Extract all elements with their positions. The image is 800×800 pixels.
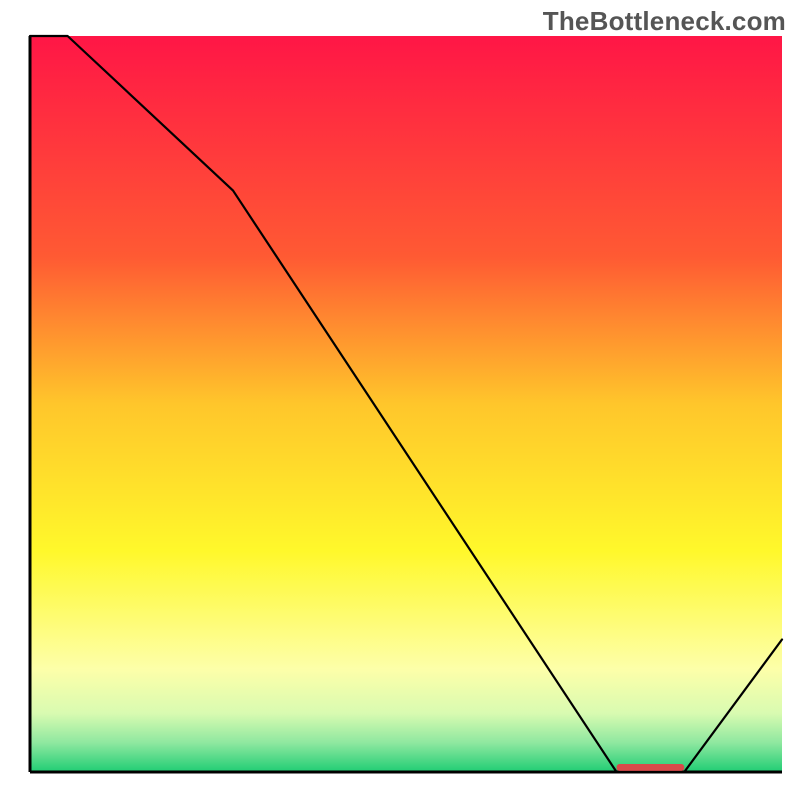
chart-svg xyxy=(0,0,800,800)
watermark-text: TheBottleneck.com xyxy=(543,6,786,37)
chart-frame: TheBottleneck.com xyxy=(0,0,800,800)
bottom-marker xyxy=(617,764,685,771)
chart-background xyxy=(30,36,782,772)
